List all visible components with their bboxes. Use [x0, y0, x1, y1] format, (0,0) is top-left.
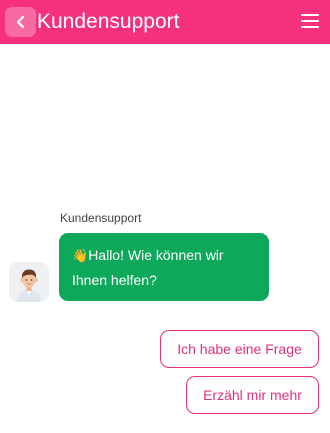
menu-button[interactable]: [301, 12, 319, 30]
person-avatar-icon: [9, 262, 49, 302]
sender-name: Kundensupport: [60, 211, 142, 225]
page-title: Kundensupport: [37, 10, 180, 33]
chevron-left-icon: [16, 15, 24, 29]
quick-reply-button[interactable]: Erzähl mir mehr: [186, 376, 319, 414]
message-bubble: 👋Hallo! Wie können wir Ihnen helfen?: [59, 233, 269, 301]
agent-avatar: [9, 262, 49, 302]
hamburger-line: [301, 26, 319, 28]
message-text: Hallo! Wie können wir Ihnen helfen?: [72, 247, 224, 288]
back-button[interactable]: [5, 7, 36, 37]
hamburger-line: [301, 14, 319, 16]
wave-emoji: 👋: [72, 248, 89, 263]
quick-reply-button[interactable]: Ich habe eine Frage: [160, 330, 319, 368]
hamburger-line: [301, 20, 319, 22]
app-header: Kundensupport: [0, 0, 330, 44]
